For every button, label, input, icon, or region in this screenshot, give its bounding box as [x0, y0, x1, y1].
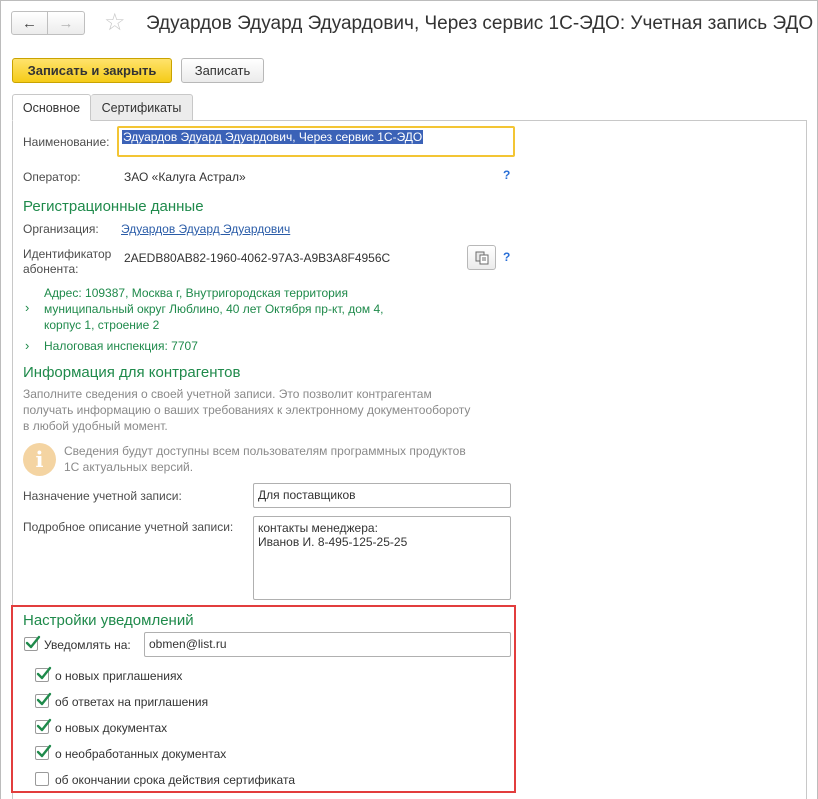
option-new-documents-checkbox[interactable] — [35, 718, 52, 734]
forward-button[interactable]: → — [48, 11, 85, 35]
purpose-input[interactable]: Для поставщиков — [253, 483, 511, 508]
notice-line-1: Сведения будут доступны всем пользовател… — [64, 444, 466, 458]
name-label: Наименование: — [23, 135, 110, 149]
copy-icon — [475, 251, 488, 264]
counterparty-info-heading: Информация для контрагентов — [23, 364, 241, 381]
subscriber-help-icon[interactable]: ? — [503, 250, 510, 264]
option-new-invitations-checkbox[interactable] — [35, 666, 52, 682]
tax-office-expand-chevron-icon[interactable]: › — [25, 338, 29, 353]
address-line-2[interactable]: муниципальный округ Люблино, 40 лет Октя… — [44, 302, 383, 316]
account-description-line-1: контакты менеджера: — [258, 521, 378, 535]
address-line-3[interactable]: корпус 1, строение 2 — [44, 318, 159, 332]
option-certificate-expiry-label: об окончании срока действия сертификата — [55, 773, 296, 787]
tab-certificates[interactable]: Сертификаты — [91, 94, 193, 121]
option-certificate-expiry-checkbox[interactable] — [35, 772, 49, 786]
checkmark-icon — [36, 718, 52, 732]
notify-checkbox[interactable] — [24, 635, 41, 651]
registration-heading: Регистрационные данные — [23, 198, 204, 215]
info-icon: i — [23, 443, 56, 476]
option-unprocessed-documents-checkbox[interactable] — [35, 744, 52, 760]
arrow-right-icon: → — [58, 14, 74, 32]
copy-button[interactable] — [467, 245, 496, 270]
counterparty-description-line-1: Заполните сведения о своей учетной запис… — [23, 387, 432, 401]
favorite-star-icon[interactable]: ☆ — [104, 10, 126, 36]
account-description-label: Подробное описание учетной записи: — [23, 520, 234, 534]
navigation-buttons: ← → — [11, 11, 85, 35]
purpose-label: Назначение учетной записи: — [23, 489, 182, 503]
checkmark-icon — [36, 744, 52, 758]
purpose-input-value: Для поставщиков — [258, 488, 356, 502]
window-title: Эдуардов Эдуард Эдуардович, Через сервис… — [146, 13, 814, 34]
account-description-textarea[interactable]: контакты менеджера: Иванов И. 8-495-125-… — [253, 516, 511, 600]
address-line-1[interactable]: Адрес: 109387, Москва г, Внутригородская… — [44, 286, 348, 300]
option-invitation-replies-label: об ответах на приглашения — [55, 695, 209, 709]
option-unprocessed-documents-label: о необработанных документах — [55, 747, 227, 761]
tab-main[interactable]: Основное — [12, 94, 91, 121]
notice-line-2: 1С актуальных версий. — [64, 460, 194, 474]
checkmark-icon — [36, 692, 52, 706]
checkmark-icon — [25, 635, 41, 649]
organization-link[interactable]: Эдуардов Эдуард Эдуардович — [121, 222, 290, 236]
account-description-line-2: Иванов И. 8-495-125-25-25 — [258, 535, 408, 549]
notify-email-input[interactable]: obmen@list.ru — [144, 632, 511, 657]
name-input[interactable]: Эдуардов Эдуард Эдуардович, Через сервис… — [117, 126, 515, 157]
save-and-close-button[interactable]: Записать и закрыть — [12, 58, 172, 83]
option-new-documents-label: о новых документах — [55, 721, 168, 735]
notification-settings-heading: Настройки уведомлений — [23, 612, 194, 629]
counterparty-description-line-3: в любой удобный момент. — [23, 419, 168, 433]
notify-label: Уведомлять на: — [44, 638, 131, 652]
address-expand-chevron-icon[interactable]: › — [25, 300, 29, 315]
subscriber-id-label-line1: Идентификатор — [23, 247, 112, 261]
save-button[interactable]: Записать — [181, 58, 264, 83]
operator-help-icon[interactable]: ? — [503, 168, 510, 182]
name-input-value: Эдуардов Эдуард Эдуардович, Через сервис… — [122, 130, 424, 144]
tax-office-link[interactable]: Налоговая инспекция: 7707 — [44, 339, 198, 353]
counterparty-description-line-2: получать информацию о ваших требованиях … — [23, 403, 471, 417]
subscriber-id-label-line2: абонента: — [23, 262, 79, 276]
organization-label: Организация: — [23, 222, 99, 236]
back-button[interactable]: ← — [11, 11, 48, 35]
option-invitation-replies-checkbox[interactable] — [35, 692, 52, 708]
operator-value: ЗАО «Калуга Астрал» — [124, 170, 246, 184]
option-new-invitations-label: о новых приглашениях — [55, 669, 183, 683]
operator-label: Оператор: — [23, 170, 81, 184]
arrow-left-icon: ← — [22, 14, 37, 32]
checkmark-icon — [36, 666, 52, 680]
subscriber-id-value: 2AEDB80AB82-1960-4062-97A3-A9B3A8F4956C — [124, 251, 391, 265]
notify-email-value: obmen@list.ru — [149, 637, 227, 651]
